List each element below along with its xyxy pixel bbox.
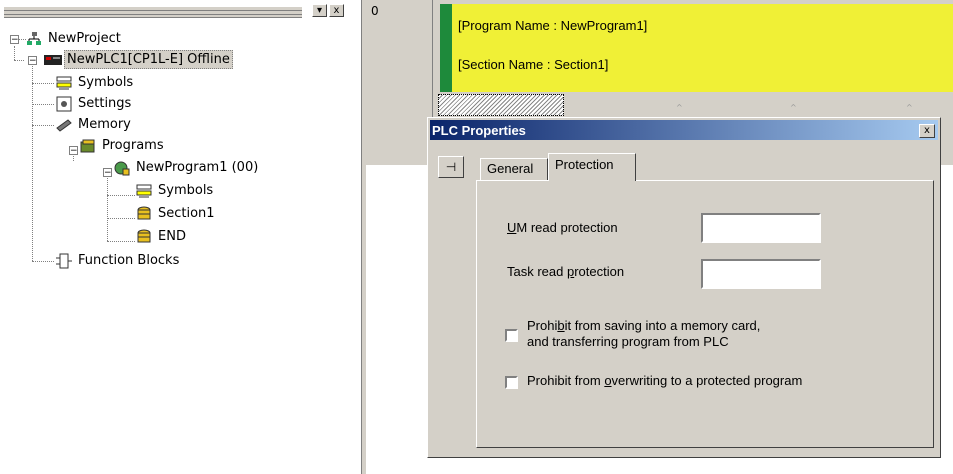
collapse-programs-expander[interactable]: − (69, 146, 78, 156)
prohibit-memory-card-label[interactable]: Prohibit from saving into a memory card,… (527, 318, 760, 350)
tree-node-program-symbols[interactable]: Symbols (136, 181, 215, 201)
program-icon (114, 160, 130, 176)
pane-dropdown-button[interactable]: ▾ (312, 4, 327, 17)
program-name-label: [Program Name : NewProgram1] (458, 18, 648, 33)
protection-tab-panel: UM read protection Task read protection … (476, 180, 934, 448)
um-read-protection-input[interactable] (701, 213, 821, 243)
rung-number: 0 (371, 4, 379, 18)
tree-node-section1[interactable]: Section1 (136, 204, 217, 224)
prohibit-overwrite-checkbox[interactable] (505, 376, 518, 389)
task-read-protection-label: Task read protection (507, 264, 625, 279)
section-icon (136, 206, 152, 222)
dialog-title: PLC Properties (432, 123, 526, 138)
tree-node-symbols[interactable]: Symbols (56, 73, 135, 93)
settings-icon (56, 96, 72, 112)
pin-icon[interactable]: ⊣ (438, 156, 464, 178)
prohibit-memory-card-checkbox[interactable] (505, 329, 518, 342)
tree-node-settings[interactable]: Settings (56, 94, 133, 114)
rung-marker (440, 4, 452, 92)
pane-grip[interactable] (4, 6, 302, 18)
task-read-protection-input[interactable] (701, 259, 821, 289)
dialog-title-bar[interactable]: PLC Properties x (430, 120, 938, 140)
pane-close-button[interactable]: x (329, 4, 344, 17)
tree-node-project[interactable]: NewProject (26, 29, 123, 49)
prohibit-overwrite-label[interactable]: Prohibit from overwriting to a protected… (527, 373, 802, 388)
grid-dot: ^ (676, 103, 683, 112)
tab-general[interactable]: General (480, 158, 548, 180)
um-read-protection-label: UM read protection (507, 220, 618, 235)
symbols-icon (56, 75, 72, 91)
tree-node-function-blocks[interactable]: Function Blocks (56, 251, 181, 271)
function-blocks-icon (56, 253, 72, 269)
rung-number-column (366, 0, 433, 165)
tree-node-end[interactable]: END (136, 227, 188, 247)
grid-dot: ^ (906, 103, 913, 112)
tree-node-newprogram1[interactable]: NewProgram1 (00) (114, 158, 260, 178)
collapse-plc-expander[interactable]: − (28, 56, 37, 66)
tab-protection-label: Protection (555, 157, 614, 172)
tree-node-plc[interactable]: NewPLC1[CP1L-E] Offline (44, 50, 233, 70)
symbols-icon (136, 183, 152, 199)
plc-properties-dialog: PLC Properties x ⊣ General Protection UM… (427, 117, 941, 458)
collapse-program-expander[interactable]: − (103, 168, 112, 178)
programs-icon (80, 138, 96, 154)
tree-node-memory[interactable]: Memory (56, 115, 133, 135)
plc-icon (44, 52, 62, 68)
tab-protection[interactable]: Protection (548, 153, 636, 181)
project-workspace-pane: ▾ x − − − − NewProject NewPLC1[CP1L-E] O… (0, 0, 362, 474)
grid-dot: ^ (790, 103, 797, 112)
project-tree: − − − − NewProject NewPLC1[CP1L-E] Offli… (0, 25, 360, 474)
tab-general-label: General (487, 161, 534, 176)
close-icon[interactable]: x (919, 124, 935, 138)
collapse-project-expander[interactable]: − (10, 35, 19, 45)
section-name-label: [Section Name : Section1] (458, 57, 609, 72)
memory-icon (56, 117, 72, 133)
section-icon (136, 229, 152, 245)
tree-node-programs[interactable]: Programs (80, 136, 166, 156)
ladder-cursor[interactable] (438, 94, 564, 116)
project-tree-icon (26, 31, 42, 47)
